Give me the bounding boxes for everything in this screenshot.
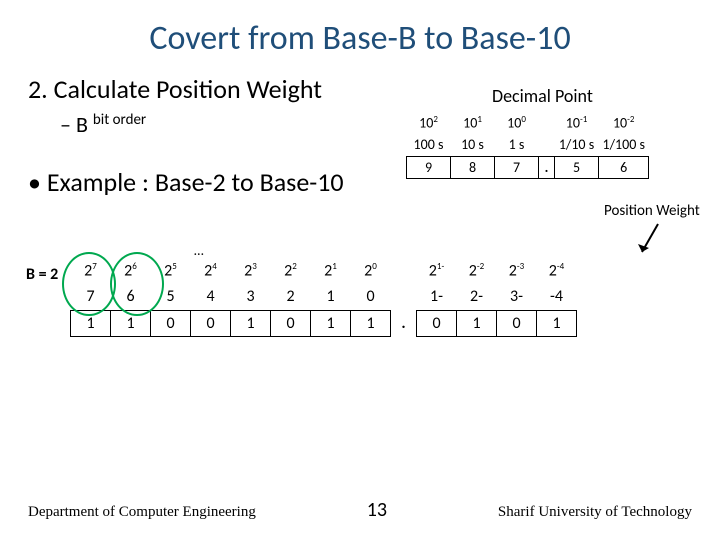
dec-name: 1/100 s <box>599 134 649 156</box>
digit: 1 <box>537 310 577 336</box>
dec-name: 1/10 s <box>555 134 599 156</box>
idx: 2 <box>271 284 311 310</box>
decimal-point-label: Decimal Point <box>492 85 593 107</box>
bitorder-label: bit order <box>93 111 146 129</box>
idx: 2- <box>457 284 497 310</box>
dec-name: 1 s <box>495 134 539 156</box>
dec-point: . <box>539 156 555 178</box>
idx: 3 <box>231 284 271 310</box>
dec-name: 100 s <box>407 134 451 156</box>
green-oval-icon <box>110 252 164 316</box>
radix-point: . <box>391 310 417 336</box>
dec-power: 10-1 <box>555 112 599 134</box>
digit: 0 <box>497 310 537 336</box>
dec-digit: 7 <box>495 156 539 178</box>
idx: -4 <box>537 284 577 310</box>
idx: 4 <box>191 284 231 310</box>
slide-title: Covert from Base-B to Base-10 <box>0 0 720 59</box>
digit: 0 <box>417 310 457 336</box>
green-oval-icon <box>62 252 116 316</box>
pow: 20 <box>351 258 391 284</box>
dec-power: 100 <box>495 112 539 134</box>
footer-left: Department of Computer Engineering <box>28 504 256 521</box>
digit: 0 <box>191 310 231 336</box>
decimal-table: 102 101 100 10-1 10-2 100 s 10 s 1 s 1/1… <box>406 112 649 179</box>
footer-right: Sharif University of Technology <box>498 504 692 521</box>
pow: 21 <box>311 258 351 284</box>
idx: 1- <box>417 284 457 310</box>
digit: 0 <box>151 310 191 336</box>
dec-digit: 6 <box>599 156 649 178</box>
footer: Department of Computer Engineering 13 Sh… <box>0 498 720 522</box>
idx: 1 <box>311 284 351 310</box>
page-number: 13 <box>367 498 387 522</box>
pow: 2-2 <box>457 258 497 284</box>
base-B-letter: B <box>76 111 88 138</box>
b-equals-label: B = 2 <box>26 265 58 284</box>
dec-digit: 8 <box>451 156 495 178</box>
pow: 2-4 <box>537 258 577 284</box>
dec-digit: 5 <box>555 156 599 178</box>
digit: 1 <box>311 310 351 336</box>
digit: 1 <box>351 310 391 336</box>
dec-power: 101 <box>451 112 495 134</box>
idx: 3- <box>497 284 537 310</box>
pow: 22 <box>271 258 311 284</box>
ellipsis: … <box>194 242 204 259</box>
arrow-icon <box>636 222 666 260</box>
dec-power: 102 <box>407 112 451 134</box>
pow: 2-3 <box>497 258 537 284</box>
digit: 0 <box>271 310 311 336</box>
section-heading: 2. Calculate Position Weight <box>0 59 720 105</box>
pow: 21- <box>417 258 457 284</box>
pow: 24 <box>191 258 231 284</box>
pow: 23 <box>231 258 271 284</box>
digit: 1 <box>457 310 497 336</box>
section-number: 2. <box>28 73 48 105</box>
dec-power: 10-2 <box>599 112 649 134</box>
section-text: Calculate Position Weight <box>54 73 322 105</box>
idx: 0 <box>351 284 391 310</box>
digit: 1 <box>231 310 271 336</box>
dec-name: 10 s <box>451 134 495 156</box>
dash: – <box>60 111 71 138</box>
dec-digit: 9 <box>407 156 451 178</box>
position-weight-label: Position Weight <box>604 202 700 220</box>
